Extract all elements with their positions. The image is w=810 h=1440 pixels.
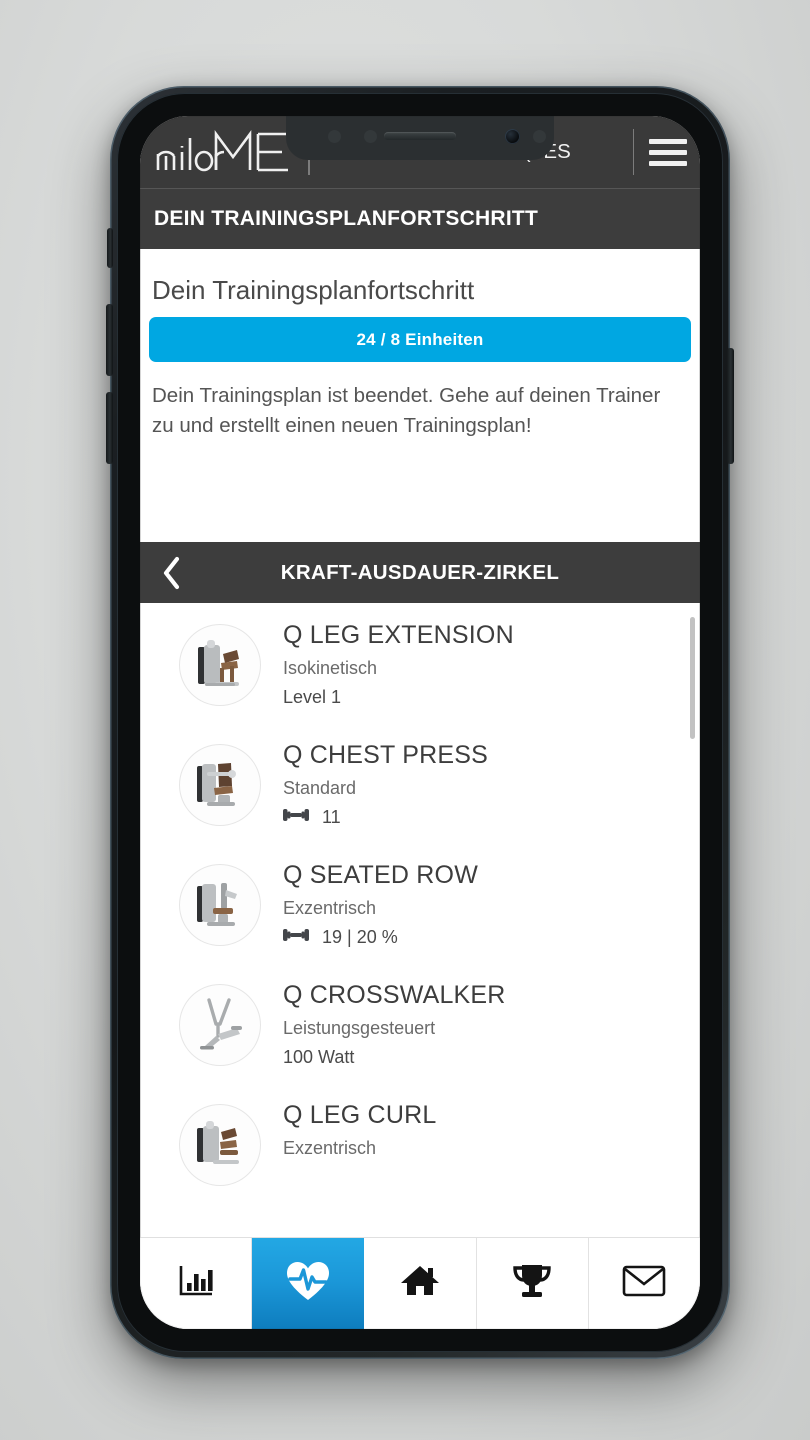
exercise-metric-row: 11 — [283, 805, 687, 829]
exercise-name: Q CHEST PRESS — [283, 741, 488, 769]
chest-press-machine-icon — [179, 744, 261, 826]
exercise-list-item[interactable]: Q LEG CURL Exzentrisch — [141, 1083, 699, 1203]
progress-message-text: Dein Trainingsplan ist beendet. Gehe auf… — [152, 384, 661, 438]
progress-card-heading: Dein Trainingsplanfortschritt — [152, 275, 475, 305]
exercise-mode: Exzentrisch — [283, 898, 377, 918]
phone-screen: Showroom Forum H4 (TES DEIN TRAININGSPLA… — [140, 116, 700, 1329]
nav-item-training[interactable] — [252, 1238, 365, 1329]
exercise-info: Q CROSSWALKER Leistungsgesteuert 100 Wat… — [283, 974, 687, 1070]
bar-chart-icon — [176, 1261, 216, 1306]
plan-header-bar: KRAFT-AUSDAUER-ZIRKEL — [140, 542, 700, 603]
exercise-mode: Exzentrisch — [283, 1138, 377, 1158]
leg-curl-machine-icon — [179, 1104, 261, 1186]
home-icon — [399, 1261, 441, 1306]
exercise-list[interactable]: Q LEG EXTENSION Isokinetisch Level 1 Q C… — [140, 603, 700, 1237]
back-chevron-left-icon[interactable] — [140, 542, 202, 603]
exercise-metric-row: 19 | 20 % — [283, 925, 687, 949]
heart-pulse-icon — [285, 1259, 331, 1308]
exercise-metric-row: 100 Watt — [283, 1045, 687, 1069]
exercise-mode: Isokinetisch — [283, 658, 378, 678]
header-divider-right — [632, 129, 634, 175]
exercise-name: Q SEATED ROW — [283, 861, 479, 889]
dumbbell-weight-icon — [283, 925, 309, 949]
nav-item-messages[interactable] — [589, 1238, 700, 1329]
exercise-list-item[interactable]: Q CHEST PRESS Standard 11 — [141, 723, 699, 843]
list-scrollbar[interactable] — [690, 617, 695, 739]
silent-switch-button[interactable] — [107, 228, 113, 268]
nav-item-achievements[interactable] — [477, 1238, 589, 1329]
plan-title-label: KRAFT-AUSDAUER-ZIRKEL — [280, 560, 560, 584]
nav-item-home[interactable] — [364, 1238, 477, 1329]
exercise-metric-value: 19 | 20 % — [322, 927, 398, 948]
trophy-icon — [511, 1261, 553, 1306]
bottom-navigation-bar — [140, 1237, 700, 1329]
exercise-list-item[interactable]: Q CROSSWALKER Leistungsgesteuert 100 Wat… — [141, 963, 699, 1083]
hamburger-bar-3 — [649, 160, 687, 166]
hamburger-bar-2 — [649, 149, 687, 155]
app-header: Showroom Forum H4 (TES — [140, 116, 700, 188]
exercise-metric-value: 100 Watt — [283, 1047, 355, 1068]
exercise-name: Q CROSSWALKER — [283, 981, 506, 1009]
progress-bar: 24 / 8 Einheiten — [149, 317, 691, 362]
studio-name-label: Showroom Forum H4 (TES — [321, 140, 571, 163]
training-progress-card: Dein Trainingsplanfortschritt 24 / 8 Ein… — [140, 249, 700, 542]
section-title-bar: DEIN TRAININGSPLANFORTSCHRITT — [140, 188, 700, 249]
power-button[interactable] — [727, 348, 734, 464]
exercise-name: Q LEG CURL — [283, 1101, 437, 1129]
exercise-name: Q LEG EXTENSION — [283, 621, 514, 649]
header-divider-left — [308, 129, 310, 175]
dumbbell-weight-icon — [283, 805, 309, 829]
exercise-info: Q CHEST PRESS Standard 11 — [283, 734, 687, 830]
milon-me-logo[interactable] — [154, 124, 306, 180]
volume-down-button[interactable] — [106, 392, 113, 464]
exercise-metric-row: Level 1 — [283, 685, 687, 709]
exercise-info: Q SEATED ROW Exzentrisch 19 | 20 % — [283, 854, 687, 950]
exercise-mode: Standard — [283, 778, 357, 798]
hamburger-menu-icon[interactable] — [636, 116, 700, 188]
phone-device-frame: Showroom Forum H4 (TES DEIN TRAININGSPLA… — [106, 86, 734, 1359]
volume-up-button[interactable] — [106, 304, 113, 376]
exercise-metric-value: 11 — [322, 807, 341, 828]
exercise-mode: Leistungsgesteuert — [283, 1018, 436, 1038]
progress-bar-label: 24 / 8 Einheiten — [356, 329, 484, 349]
exercise-info: Q LEG EXTENSION Isokinetisch Level 1 — [283, 614, 687, 710]
nav-item-statistics[interactable] — [140, 1238, 253, 1329]
page-title: DEIN TRAININGSPLANFORTSCHRITT — [154, 207, 539, 230]
exercise-list-item[interactable]: Q LEG EXTENSION Isokinetisch Level 1 — [141, 603, 699, 723]
seated-row-machine-icon — [179, 864, 261, 946]
hamburger-bar-1 — [649, 138, 687, 144]
crosswalker-machine-icon — [179, 984, 261, 1066]
envelope-icon — [622, 1264, 666, 1303]
exercise-info: Q LEG CURL Exzentrisch — [283, 1094, 687, 1165]
leg-extension-machine-icon — [179, 624, 261, 706]
exercise-list-item[interactable]: Q SEATED ROW Exzentrisch 19 | 20 % — [141, 843, 699, 963]
exercise-metric-value: Level 1 — [283, 687, 342, 708]
